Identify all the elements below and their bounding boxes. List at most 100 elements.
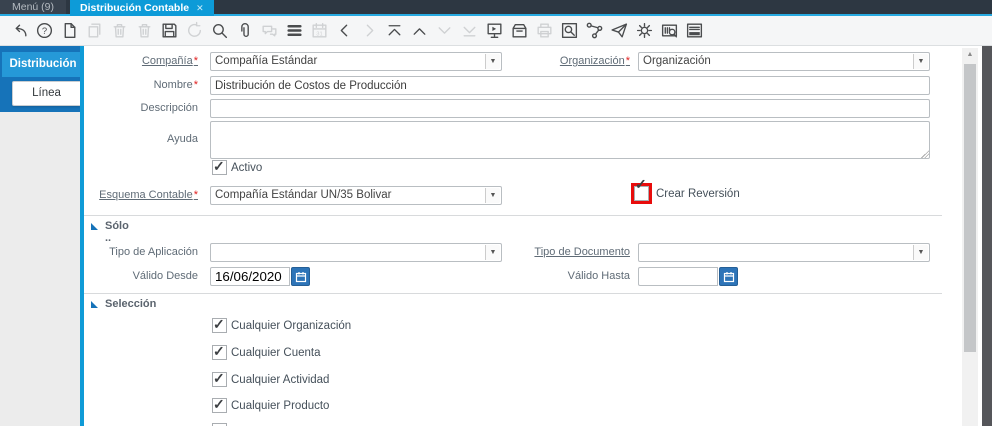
descripcion-label: Descripción	[140, 102, 198, 114]
tipo-aplicacion-value	[215, 244, 483, 261]
application-window: Menú (9) Distribución Contable ✕ ? 31 Dis…	[0, 0, 992, 426]
esquema-contable-value: Compañía Estándar UN/35 Bolivar	[215, 189, 392, 201]
compania-combobox[interactable]: Compañía Estándar ▼	[210, 52, 502, 71]
top-header-bar: Menú (9) Distribución Contable ✕	[0, 0, 992, 16]
cualquier-actividad-label: Cualquier Actividad	[231, 373, 330, 386]
activo-label: Activo	[231, 161, 263, 174]
delete-selection-icon	[134, 21, 154, 41]
section-separator	[84, 215, 942, 216]
copy-record-icon	[84, 21, 104, 41]
svg-text:?: ?	[41, 26, 46, 37]
textarea-resize-grip[interactable]	[921, 150, 929, 158]
tipo-documento-label[interactable]: Tipo de Documento	[510, 246, 630, 258]
parent-record-icon[interactable]	[409, 21, 429, 41]
organizacion-value: Organización	[643, 55, 711, 67]
ayuda-textarea[interactable]	[210, 121, 930, 159]
chevron-down-icon[interactable]: ▼	[913, 245, 928, 260]
vertical-scrollbar[interactable]: ▲	[962, 48, 978, 426]
calendar-icon[interactable]	[291, 267, 310, 286]
compania-label[interactable]: Compañía	[84, 55, 198, 67]
previous-record-icon[interactable]	[334, 21, 354, 41]
close-tab-icon[interactable]: ✕	[196, 1, 204, 16]
calendar-icon[interactable]	[719, 267, 738, 286]
svg-text:31: 31	[316, 31, 322, 37]
attachment-icon[interactable]	[234, 21, 254, 41]
chat-icon	[259, 21, 279, 41]
window-tabs: Menú (9) Distribución Contable ✕	[0, 0, 214, 16]
archive-icon[interactable]	[509, 21, 529, 41]
new-record-icon[interactable]	[59, 21, 79, 41]
sidebar-tab-strip: Distribución Línea	[0, 46, 84, 112]
cualquier-producto-label: Cualquier Producto	[231, 399, 330, 412]
window-edge	[982, 16, 992, 426]
tipo-documento-combobox[interactable]: ▼	[638, 243, 930, 262]
tab-distribucion-contable-label: Distribución Contable	[80, 1, 190, 14]
delete-record-icon	[109, 21, 129, 41]
report-icon[interactable]	[484, 21, 504, 41]
toolbar: ? 31	[0, 16, 992, 46]
sidebar-tab-distribucion[interactable]: Distribución	[2, 52, 84, 77]
sidebar-tab-linea[interactable]: Línea	[12, 81, 80, 106]
detail-record-icon	[434, 21, 454, 41]
chevron-down-icon[interactable]: ▼	[485, 245, 500, 260]
section-separator	[84, 293, 942, 294]
grid-toggle-icon[interactable]	[284, 21, 304, 41]
organizacion-combobox[interactable]: Organización ▼	[638, 52, 930, 71]
valido-desde-label: Válido Desde	[132, 270, 198, 282]
cualquier-organizacion-label: Cualquier Organización	[231, 319, 352, 332]
ayuda-label: Ayuda	[167, 133, 198, 145]
compania-value: Compañía Estándar	[215, 55, 318, 67]
valido-desde-input[interactable]	[210, 267, 290, 286]
cualquier-cuenta-checkbox[interactable]	[212, 343, 227, 360]
section-solo-title: Sólo ..	[105, 220, 129, 244]
tipo-documento-value	[643, 244, 911, 261]
form-distribucion: Compañía Compañía Estándar ▼ Organizació…	[84, 46, 962, 426]
esquema-contable-label[interactable]: Esquema Contable	[84, 189, 198, 201]
send-icon[interactable]	[609, 21, 629, 41]
zoom-window-icon[interactable]	[559, 21, 579, 41]
preferences-icon[interactable]	[634, 21, 654, 41]
crear-reversion-label: Crear Reversión	[656, 187, 740, 200]
scrollbar-thumb[interactable]	[964, 64, 976, 352]
cualquier-producto-checkbox[interactable]	[212, 396, 227, 413]
chevron-down-icon[interactable]: ▼	[913, 54, 928, 69]
sidebar-panel	[0, 112, 84, 426]
valido-hasta-input[interactable]	[638, 267, 718, 286]
cualquier-cuenta-label: Cualquier Cuenta	[231, 346, 321, 359]
nombre-label: Nombre	[84, 79, 198, 91]
collapse-triangle-icon[interactable]	[91, 223, 98, 230]
esquema-contable-combobox[interactable]: Compañía Estándar UN/35 Bolivar ▼	[210, 186, 502, 205]
report-window-icon[interactable]	[684, 21, 704, 41]
cualquier-organizacion-checkbox[interactable]	[212, 316, 227, 333]
scroll-up-icon[interactable]: ▲	[962, 48, 978, 62]
product-info-icon[interactable]	[659, 21, 679, 41]
nombre-input[interactable]	[210, 76, 930, 95]
sidebar-divider	[80, 46, 84, 426]
tab-distribucion-contable[interactable]: Distribución Contable ✕	[70, 0, 214, 16]
first-record-icon[interactable]	[384, 21, 404, 41]
refresh-icon	[184, 21, 204, 41]
descripcion-input[interactable]	[210, 99, 930, 118]
section-seleccion-title: Selección	[105, 298, 157, 310]
valido-hasta-label: Válido Hasta	[567, 270, 630, 282]
red-highlight-box	[631, 183, 652, 204]
cualquier-actividad-checkbox[interactable]	[212, 370, 227, 387]
next-record-icon	[359, 21, 379, 41]
help-icon[interactable]: ?	[34, 21, 54, 41]
chevron-down-icon[interactable]: ▼	[485, 54, 500, 69]
chevron-down-icon[interactable]: ▼	[485, 188, 500, 203]
calendar-requests-icon: 31	[309, 21, 329, 41]
save-icon[interactable]	[159, 21, 179, 41]
crear-reversion-checkbox[interactable]	[634, 186, 649, 201]
tipo-aplicacion-label: Tipo de Aplicación	[109, 246, 198, 258]
tipo-aplicacion-combobox[interactable]: ▼	[210, 243, 502, 262]
collapse-triangle-icon[interactable]	[91, 301, 98, 308]
last-record-icon	[459, 21, 479, 41]
print-icon	[534, 21, 554, 41]
organizacion-label[interactable]: Organización	[510, 55, 630, 67]
find-icon[interactable]	[209, 21, 229, 41]
workflow-icon[interactable]	[584, 21, 604, 41]
activo-checkbox[interactable]	[212, 158, 227, 175]
tab-menu[interactable]: Menú (9)	[0, 0, 67, 14]
undo-icon[interactable]	[9, 21, 29, 41]
